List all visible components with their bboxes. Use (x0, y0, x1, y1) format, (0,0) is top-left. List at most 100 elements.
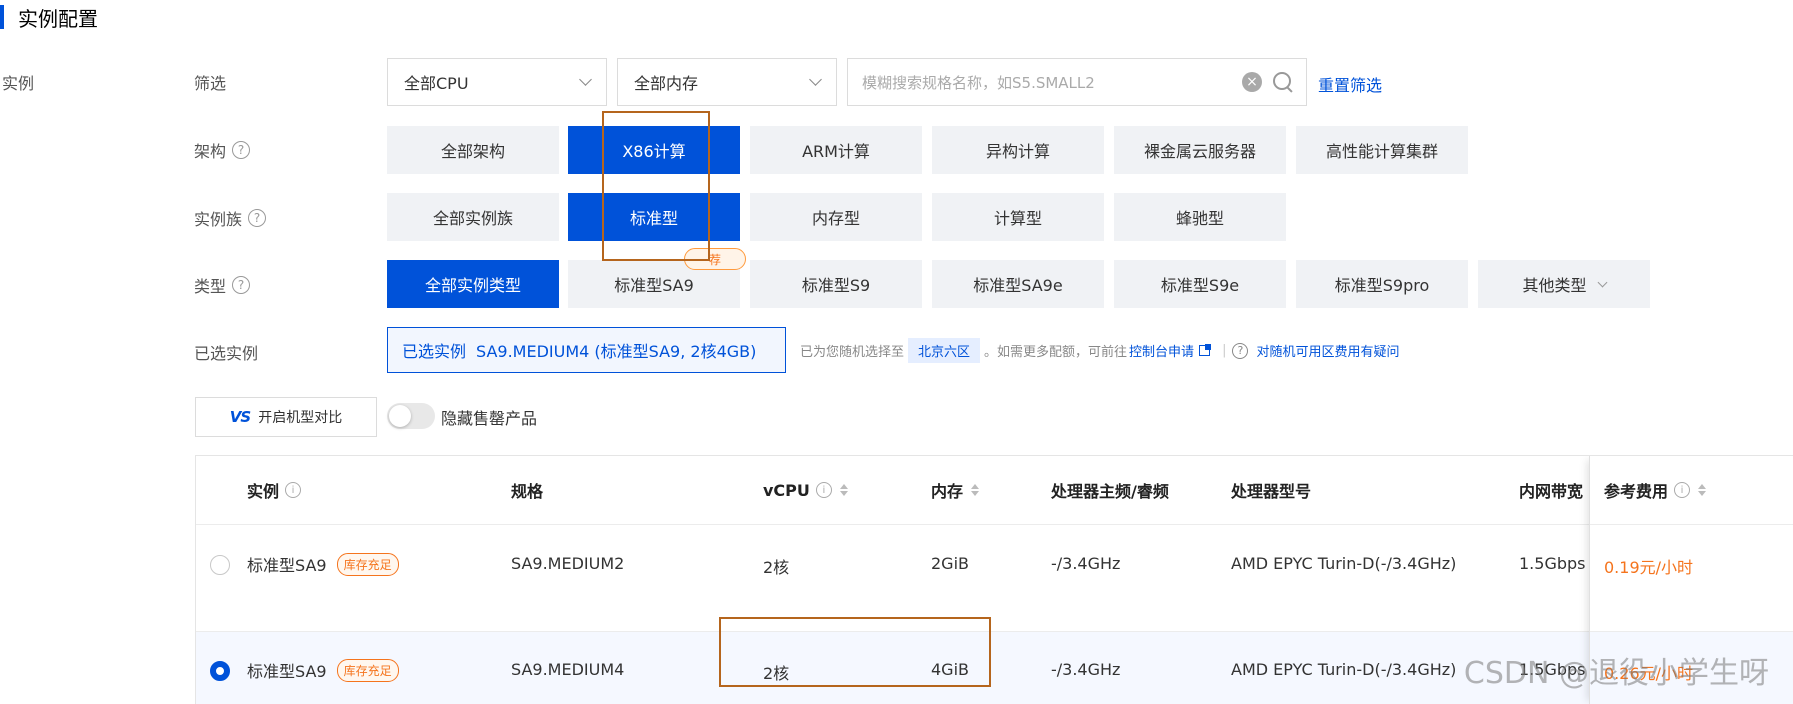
row-model: AMD EPYC Turin-D(-/3.4GHz) (1231, 660, 1457, 679)
chevron-down-icon (1597, 277, 1607, 287)
compare-button[interactable]: VS 开启机型对比 (195, 397, 377, 437)
cpu-select[interactable]: 全部CPU (387, 58, 607, 106)
side-label: 实例 (2, 74, 35, 93)
sort-icon[interactable] (1698, 484, 1707, 496)
type-option-other-label: 其他类型 (1522, 276, 1587, 295)
zone-info: 已为您随机选择至 北京六区 。如需更多配额，可前往 控制台申请 | ? 对随机可… (800, 338, 1399, 363)
header-bandwidth: 内网带宽 (1519, 482, 1584, 501)
type-option-all[interactable]: 全部实例类型 (387, 260, 559, 308)
row-bandwidth: 1.5Gbps (1519, 554, 1586, 573)
stock-badge: 库存充足 (336, 552, 399, 576)
watermark: CSDN @退役小学生呀 (1463, 656, 1769, 691)
arch-option-bare-metal[interactable]: 裸金属云服务器 (1114, 126, 1286, 174)
toggle-knob (389, 405, 411, 427)
console-apply-link[interactable]: 控制台申请 (1129, 341, 1194, 360)
selected-instance-prefix: 已选实例 (402, 342, 467, 361)
header-vcpu-text: vCPU (763, 480, 810, 500)
row-freq: -/3.4GHz (1051, 660, 1121, 679)
selected-instance-display: 已选实例 SA9.MEDIUM4 (标准型SA9, 2核4GB) (387, 327, 786, 373)
zone-prefix: 已为您随机选择至 (800, 345, 905, 360)
clear-icon[interactable]: × (1242, 72, 1262, 92)
section-accent-bar (0, 5, 4, 29)
row-instance-text: 标准型SA9 (247, 662, 327, 681)
reset-filter-link[interactable]: 重置筛选 (1318, 72, 1382, 96)
arch-option-heterogeneous[interactable]: 异构计算 (932, 126, 1104, 174)
type-option-other[interactable]: 其他类型 (1478, 260, 1650, 308)
header-vcpu[interactable]: vCPU i (763, 456, 848, 524)
header-price[interactable]: 参考费用 i (1604, 456, 1707, 524)
arch-option-hpc[interactable]: 高性能计算集群 (1296, 126, 1468, 174)
header-freq: 处理器主频/睿频 (1051, 482, 1169, 501)
annotation-box-arch (602, 111, 710, 261)
info-icon[interactable]: i (1674, 482, 1691, 498)
filter-label-text: 筛选 (194, 74, 227, 93)
chevron-down-icon (809, 73, 822, 86)
annotation-box-spec (719, 617, 991, 687)
divider: | (1222, 343, 1227, 358)
type-label-text: 类型 (194, 277, 227, 296)
selected-instance-value: SA9.MEDIUM4 (标准型SA9, 2核4GB) (476, 342, 757, 361)
row-instance-text: 标准型SA9 (247, 556, 327, 575)
vs-icon: VS (229, 408, 251, 426)
row-model: AMD EPYC Turin-D(-/3.4GHz) (1231, 554, 1457, 573)
compare-label: 开启机型对比 (258, 410, 343, 426)
type-option-s9pro[interactable]: 标准型S9pro (1296, 260, 1468, 308)
selected-instance-label-text: 已选实例 (194, 344, 259, 363)
info-icon[interactable]: i (285, 482, 302, 498)
external-link-icon[interactable] (1199, 344, 1212, 356)
help-icon[interactable]: ? (232, 276, 251, 294)
row-spec: SA9.MEDIUM4 (511, 660, 625, 679)
zone-suffix: 。如需更多配额，可前往 (984, 345, 1128, 360)
filter-label: 筛选 (194, 70, 226, 94)
selected-instance-label: 已选实例 (194, 340, 258, 364)
type-option-s9[interactable]: 标准型S9 (750, 260, 922, 308)
info-icon[interactable]: i (815, 482, 832, 498)
architecture-label: 架构 ? (194, 138, 251, 162)
family-option-compute[interactable]: 计算型 (932, 193, 1104, 241)
header-instance: 实例 i (247, 456, 302, 524)
header-memory-text: 内存 (931, 482, 964, 501)
family-label: 实例族 ? (194, 206, 267, 230)
header-model: 处理器型号 (1231, 482, 1312, 501)
type-option-sa9e[interactable]: 标准型SA9e (932, 260, 1104, 308)
arch-option-arm[interactable]: ARM计算 (750, 126, 922, 174)
row-radio[interactable] (210, 555, 230, 575)
hide-soldout-label: 隐藏售罄产品 (441, 409, 538, 428)
arch-option-all[interactable]: 全部架构 (387, 126, 559, 174)
family-label-text: 实例族 (194, 210, 243, 229)
architecture-label-text: 架构 (194, 142, 227, 161)
sort-icon[interactable] (971, 484, 980, 496)
help-icon[interactable]: ? (232, 141, 251, 159)
hide-soldout-toggle[interactable] (387, 403, 435, 429)
family-option-all[interactable]: 全部实例族 (387, 193, 559, 241)
section-header: 实例配置 (0, 2, 98, 32)
family-option-memory[interactable]: 内存型 (750, 193, 922, 241)
chevron-down-icon (579, 73, 592, 86)
zone-fee-question-link[interactable]: 对随机可用区费用有疑问 (1256, 341, 1399, 360)
type-option-s9e[interactable]: 标准型S9e (1114, 260, 1286, 308)
header-instance-text: 实例 (247, 482, 280, 501)
type-label: 类型 ? (194, 273, 251, 297)
zone-tag: 北京六区 (908, 338, 981, 363)
row-instance: 标准型SA9 库存充足 (247, 658, 399, 682)
header-divider (196, 524, 1793, 525)
row-memory: 2GiB (931, 554, 969, 573)
row-instance: 标准型SA9 库存充足 (247, 552, 399, 576)
family-option-fengchi[interactable]: 蜂驰型 (1114, 193, 1286, 241)
help-icon[interactable]: ? (248, 209, 267, 227)
search-placeholder: 模糊搜索规格名称，如S5.SMALL2 (862, 73, 1095, 92)
price-header-divider (1590, 524, 1793, 525)
section-title: 实例配置 (18, 6, 98, 31)
row-radio[interactable] (210, 661, 230, 681)
cpu-select-value: 全部CPU (404, 74, 469, 93)
memory-select[interactable]: 全部内存 (617, 58, 837, 106)
search-icon[interactable] (1272, 71, 1294, 93)
row-price: 0.19元/小时 (1604, 558, 1694, 577)
sort-icon[interactable] (839, 484, 848, 496)
header-memory[interactable]: 内存 (931, 456, 980, 524)
memory-select-value: 全部内存 (634, 74, 699, 93)
question-icon[interactable]: ? (1232, 342, 1249, 359)
spec-search-input[interactable]: 模糊搜索规格名称，如S5.SMALL2 × (847, 58, 1307, 106)
row-vcpu: 2核 (763, 558, 790, 577)
header-spec: 规格 (511, 482, 544, 501)
